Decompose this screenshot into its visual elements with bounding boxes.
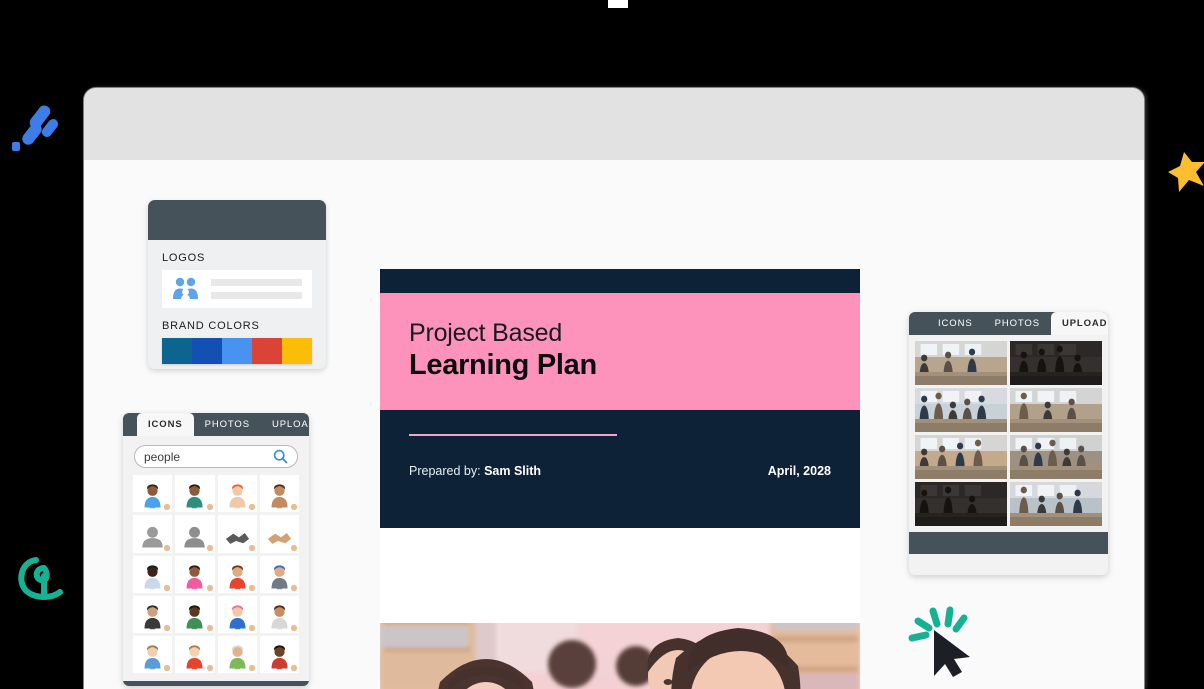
empty-boardroom-photo[interactable] xyxy=(915,388,1007,432)
worker-cap-icon[interactable] xyxy=(259,555,299,593)
icons-panel[interactable]: ICONSPHOTOSUPLOADS people xyxy=(123,413,309,686)
man-avatar-icon[interactable] xyxy=(133,475,173,513)
uploads-panel[interactable]: ICONSPHOTOSUPLOADS xyxy=(909,312,1108,575)
girl-braids-icon[interactable] xyxy=(175,636,215,674)
redhead-woman-icon[interactable] xyxy=(217,475,257,513)
boy-raising-hand-icon[interactable] xyxy=(217,555,257,593)
cafe-coworkers-photo[interactable] xyxy=(915,482,1007,526)
prepared-by-label: Prepared by: xyxy=(409,464,481,479)
window-header-bar xyxy=(84,88,1144,160)
team-workshop-table-photo[interactable] xyxy=(915,435,1007,479)
wheelchair-user-icon[interactable] xyxy=(175,595,215,634)
yellow-plus-decoration xyxy=(1168,152,1204,192)
brand-colors-label: BRAND COLORS xyxy=(162,320,260,332)
bearded-man-icon[interactable] xyxy=(259,636,299,674)
logo-placeholder-lines xyxy=(211,279,302,299)
document-title-line-2: Learning Plan xyxy=(409,349,597,381)
icons-panel-tab-icons[interactable]: ICONS xyxy=(137,413,194,436)
icons-panel-tab-photos[interactable]: PHOTOS xyxy=(194,413,261,436)
search-input-value: people xyxy=(144,449,181,464)
icons-panel-tab-uploads[interactable]: UPLOADS xyxy=(261,413,309,436)
presentation-standing-photo[interactable] xyxy=(1010,435,1102,479)
logo-placeholder-line xyxy=(211,279,302,286)
long-hair-woman-icon[interactable] xyxy=(259,595,299,634)
icons-panel-tabs[interactable]: ICONSPHOTOSUPLOADS xyxy=(123,413,309,436)
document-title-band: Project Based Learning Plan xyxy=(380,293,860,411)
short-hair-person-icon[interactable] xyxy=(259,475,299,513)
camera-notch xyxy=(608,0,628,8)
document-canvas[interactable]: Project Based Learning Plan Prepared by:… xyxy=(380,269,860,689)
brand-color-swatches[interactable] xyxy=(162,338,312,364)
standing-woman-icon[interactable] xyxy=(133,555,173,593)
brand-panel-header xyxy=(148,200,326,240)
document-meta-row: Prepared by: Sam Slith April, 2028 xyxy=(409,464,831,478)
screenshot-stage: LOGOS BRAND COLORS ICONS PHOTOS UPLOA pe… xyxy=(0,0,1204,689)
handshake-grey-icon[interactable] xyxy=(217,515,257,553)
window-body: LOGOS BRAND COLORS ICONS PHOTOS UPLOA pe… xyxy=(84,160,1144,689)
uploads-panel-tab-icons[interactable]: ICONS xyxy=(927,312,984,335)
uploads-photo-grid[interactable] xyxy=(909,335,1108,532)
icon-search-wrap: people xyxy=(123,436,309,475)
app-window: LOGOS BRAND COLORS ICONS PHOTOS UPLOA pe… xyxy=(84,88,1144,689)
prepared-by-name: Sam Slith xyxy=(484,464,542,479)
man-glasses-icon[interactable] xyxy=(133,636,173,674)
brand-color-swatch-4[interactable] xyxy=(252,338,282,364)
search-icon[interactable] xyxy=(273,449,288,464)
person-dark-suit-icon[interactable] xyxy=(133,595,173,634)
icons-panel-footer xyxy=(123,681,309,686)
logo-placeholder-line xyxy=(211,292,302,299)
kindergarten-children-eating-photo xyxy=(380,623,860,689)
uploads-panel-tab-uploads[interactable]: UPLOADS xyxy=(1050,312,1108,335)
document-date: April, 2028 xyxy=(767,464,831,479)
brand-color-swatch-1[interactable] xyxy=(162,338,192,364)
green-swirl-decoration xyxy=(18,557,63,600)
classroom-lecture-photo[interactable] xyxy=(1010,341,1102,385)
family-icon[interactable] xyxy=(175,475,215,513)
document-meta-band: Prepared by: Sam Slith April, 2028 xyxy=(380,410,860,529)
uploads-panel-tabs[interactable]: ICONSPHOTOSUPLOADS xyxy=(909,312,1108,335)
blue-sparkle-decoration xyxy=(12,105,59,151)
prepared-by-text: Prepared by: Sam Slith xyxy=(409,464,541,478)
logo-card[interactable] xyxy=(162,270,312,308)
handshake-skin-icon[interactable] xyxy=(259,515,299,553)
brand-color-swatch-5[interactable] xyxy=(282,338,312,364)
people-group-logo-icon xyxy=(173,277,198,300)
document-divider-rule xyxy=(409,434,617,437)
click-cursor xyxy=(908,606,970,677)
brand-color-swatch-2[interactable] xyxy=(192,338,222,364)
document-title-line-1: Project Based xyxy=(409,319,563,347)
pink-hair-woman-icon[interactable] xyxy=(217,595,257,634)
brand-kit-panel[interactable]: LOGOS BRAND COLORS xyxy=(148,200,326,369)
logos-label: LOGOS xyxy=(162,252,206,264)
girl-waving-icon[interactable] xyxy=(175,555,215,593)
office-desk-meeting-photo[interactable] xyxy=(915,341,1007,385)
conference-room-discussion-photo[interactable] xyxy=(1010,388,1102,432)
user-silhouette-icon[interactable] xyxy=(133,515,173,553)
search-input[interactable]: people xyxy=(134,445,298,468)
uploads-panel-tab-photos[interactable]: PHOTOS xyxy=(984,312,1051,335)
brand-color-swatch-3[interactable] xyxy=(222,338,252,364)
uploads-panel-footer xyxy=(909,532,1108,554)
bald-man-icon[interactable] xyxy=(217,636,257,674)
document-top-bar xyxy=(380,269,860,293)
icon-results-grid[interactable] xyxy=(123,475,309,681)
open-office-interior-photo[interactable] xyxy=(1010,482,1102,526)
user-silhouette-alt-icon[interactable] xyxy=(175,515,215,553)
